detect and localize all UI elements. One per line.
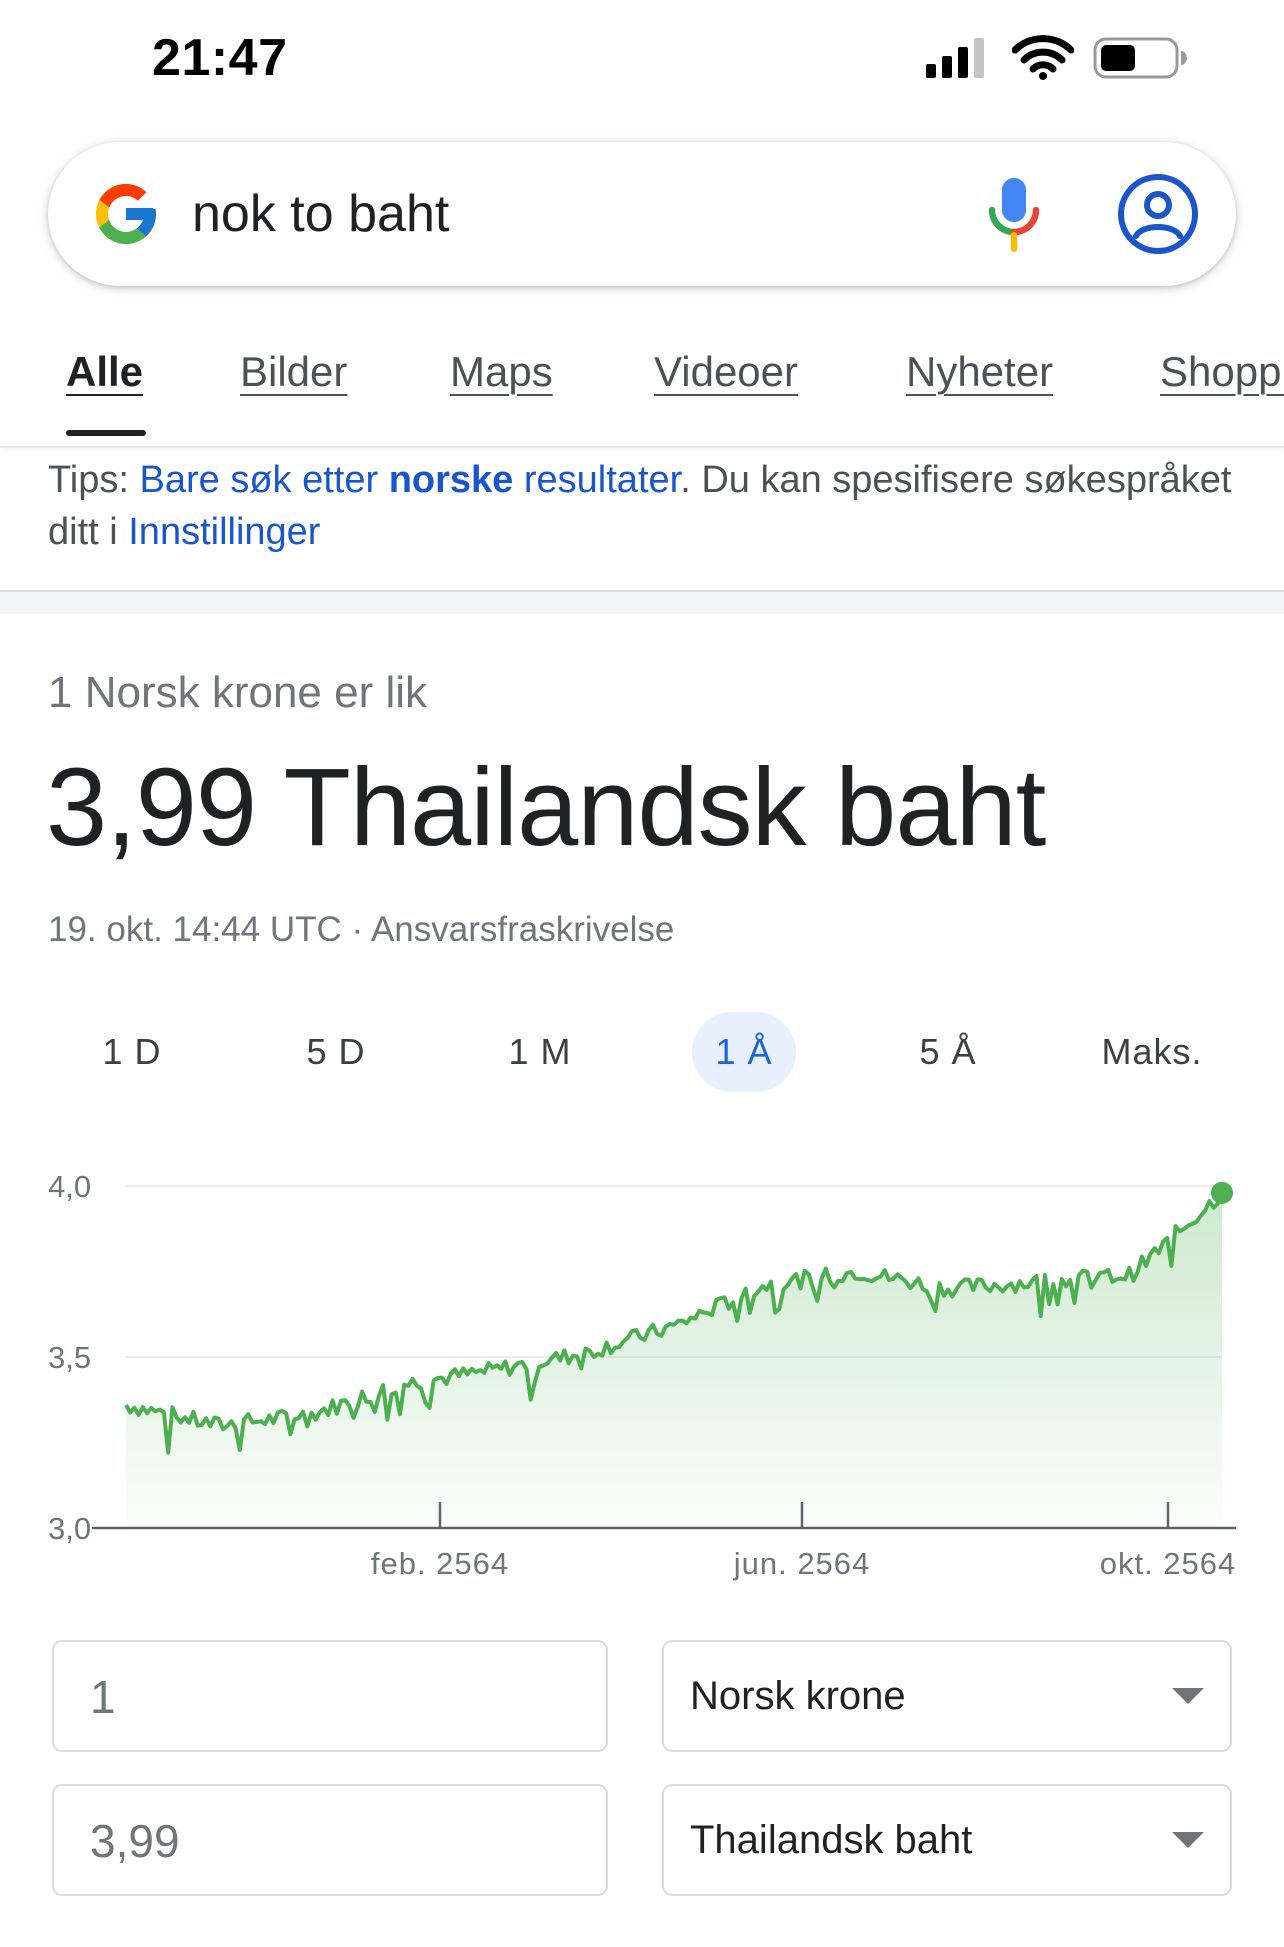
y-tick-label: 3,5 — [48, 1340, 91, 1375]
battery-icon — [1093, 37, 1187, 79]
tab-bilder[interactable]: Bilder — [240, 348, 347, 396]
range-1y-button[interactable]: 1 Å — [692, 1012, 796, 1092]
range-max-button[interactable]: Maks. — [1100, 1012, 1204, 1092]
conversion-label: 1 Norsk krone er lik — [48, 668, 428, 717]
tab-nyheter[interactable]: Nyheter — [906, 348, 1053, 396]
to-amount-input[interactable] — [90, 1810, 550, 1872]
x-tick-label: jun. 2564 — [733, 1546, 871, 1581]
range-1m-button[interactable]: 1 M — [488, 1012, 592, 1092]
microphone-icon[interactable] — [984, 176, 1044, 256]
tip-prefix: Tips: — [48, 459, 140, 501]
y-tick-label: 4,0 — [48, 1169, 91, 1204]
tab-shopping[interactable]: Shopping — [1160, 348, 1284, 396]
settings-link[interactable]: Innstillinger — [128, 511, 320, 553]
meta-separator: · — [341, 910, 371, 949]
to-currency-label: Thailandsk baht — [690, 1818, 973, 1862]
from-amount-input[interactable] — [90, 1666, 550, 1728]
tab-videoer[interactable]: Videoer — [654, 348, 798, 396]
current-rate-point — [1211, 1181, 1233, 1204]
range-1d-button[interactable]: 1 D — [80, 1012, 184, 1092]
active-tab-indicator — [66, 430, 146, 436]
range-5y-button[interactable]: 5 Å — [896, 1012, 1000, 1092]
to-currency-select[interactable]: Thailandsk baht — [662, 1784, 1232, 1896]
norwegian-results-link[interactable]: Bare søk etter norske resultater — [140, 459, 681, 501]
search-input[interactable] — [192, 178, 932, 250]
link-text: Bare søk etter — [139, 459, 389, 501]
y-tick-label: 3,0 — [48, 1511, 91, 1546]
tab-alle[interactable]: Alle — [66, 348, 143, 396]
dropdown-caret-icon — [1172, 1688, 1204, 1704]
search-tabs: Alle Bilder Maps Videoer Nyheter Shoppin… — [0, 330, 1284, 446]
tab-maps[interactable]: Maps — [450, 348, 553, 396]
to-amount-box — [52, 1784, 608, 1896]
area-fill — [126, 1192, 1222, 1528]
from-amount-box — [52, 1640, 608, 1752]
link-text: resultater — [513, 459, 681, 501]
conversion-meta: 19. okt. 14:44 UTC · Ansvarsfraskrivelse — [48, 910, 674, 950]
language-tip: Tips: Bare søk etter norske resultater. … — [48, 454, 1238, 558]
status-bar: 21:47 — [0, 0, 1284, 120]
tabs-divider — [0, 446, 1284, 448]
wifi-icon — [1012, 35, 1074, 80]
section-divider — [0, 590, 1284, 614]
link-bold-text: norske — [388, 459, 514, 501]
range-5d-button[interactable]: 5 D — [284, 1012, 388, 1092]
dropdown-caret-icon — [1172, 1832, 1204, 1848]
from-currency-select[interactable]: Norsk krone — [662, 1640, 1232, 1752]
cellular-signal-icon — [926, 38, 984, 78]
disclaimer-link[interactable]: Ansvarsfraskrivelse — [371, 910, 674, 949]
from-currency-label: Norsk krone — [690, 1674, 906, 1718]
conversion-result: 3,99 Thailandsk baht — [46, 746, 1046, 869]
x-tick-label: okt. 2564 — [1100, 1546, 1237, 1581]
google-logo-icon[interactable] — [90, 178, 162, 250]
exchange-rate-chart[interactable]: 4,0 3,5 3,0 feb. 2564 jun. 2564 okt. 2564 — [0, 1140, 1284, 1620]
status-time: 21:47 — [152, 29, 288, 87]
x-tick-label: feb. 2564 — [371, 1546, 509, 1581]
timestamp: 19. okt. 14:44 UTC — [48, 910, 342, 949]
account-icon[interactable] — [1116, 172, 1200, 256]
